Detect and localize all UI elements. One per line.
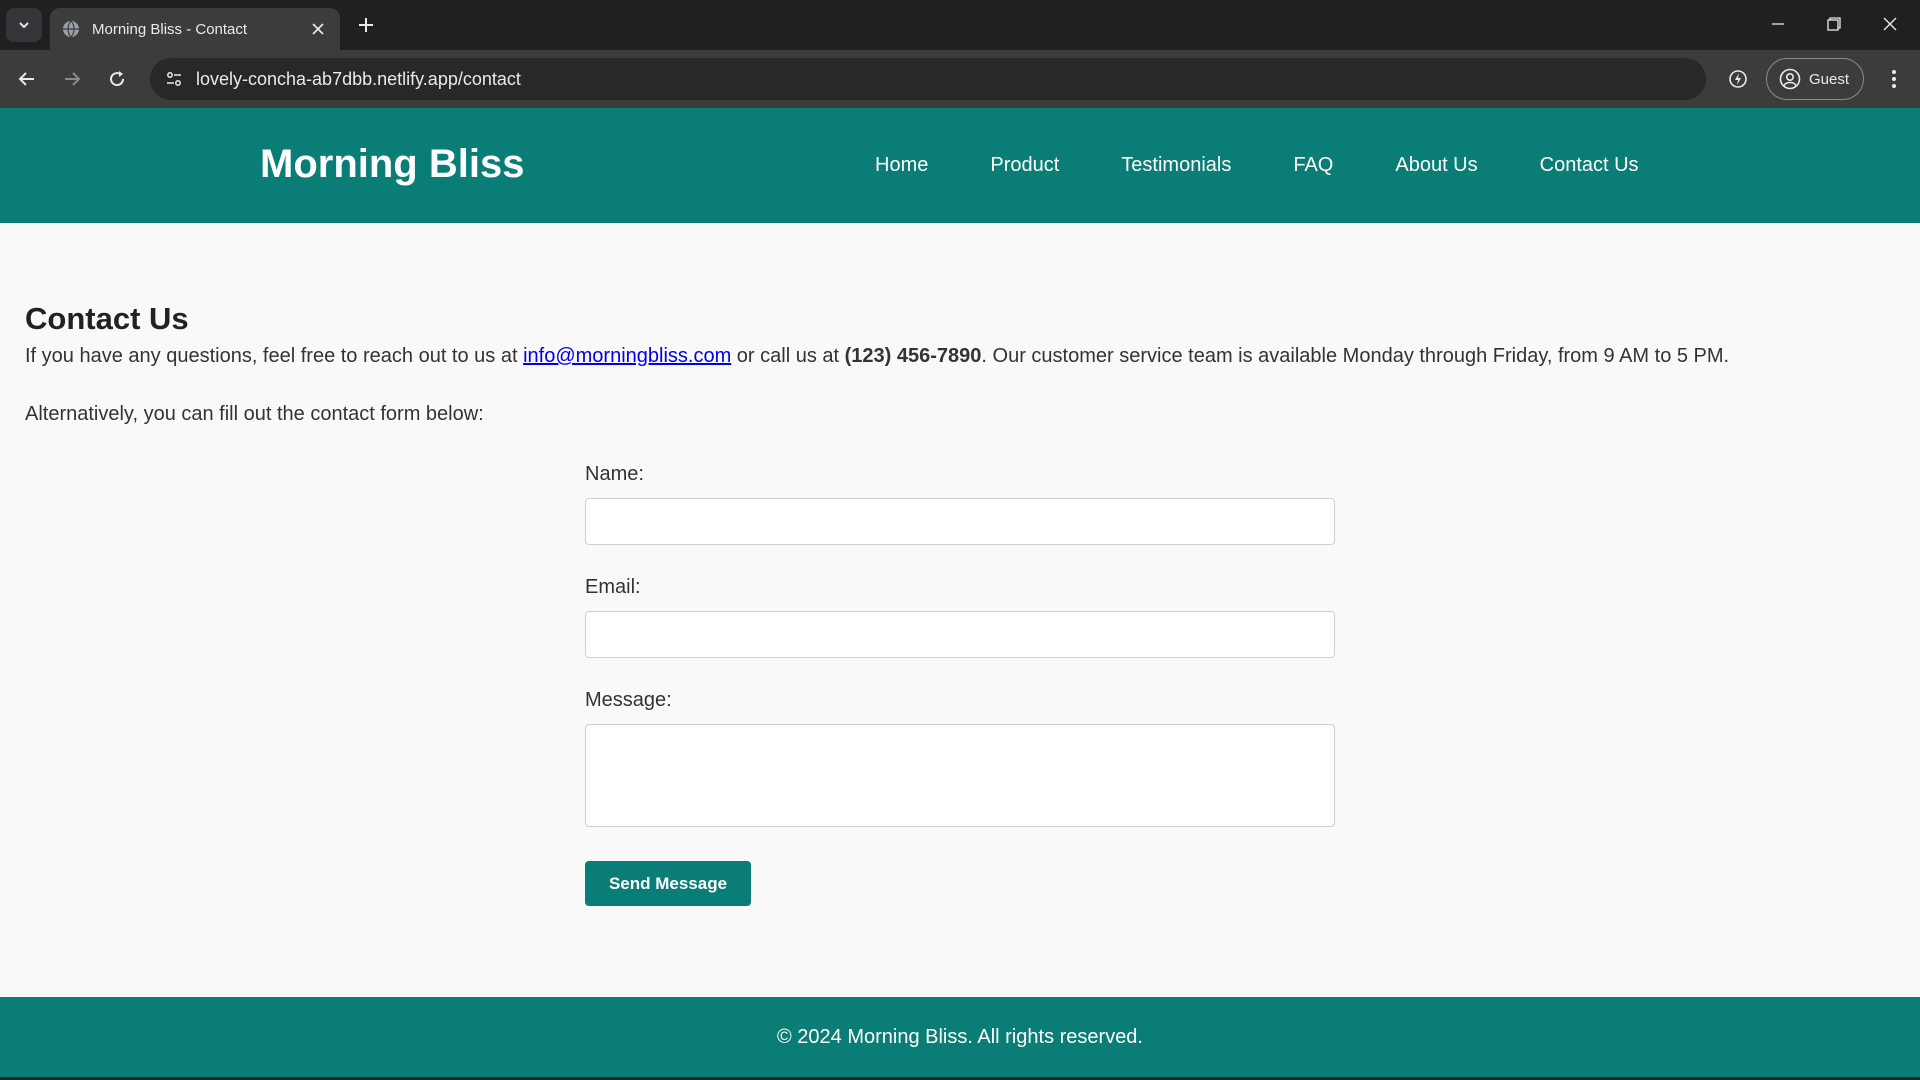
send-message-button[interactable]: Send Message [585, 861, 751, 906]
contact-section: Contact Us If you have any questions, fe… [25, 300, 1895, 427]
message-label: Message: [585, 689, 672, 711]
browser-toolbar: lovely-concha-ab7dbb.netlify.app/contact… [0, 50, 1920, 108]
site-header: Morning Bliss Home Product Testimonials … [0, 108, 1920, 223]
tab-search-icon [19, 22, 29, 29]
plus-icon [359, 18, 373, 32]
forward-arrow-icon [65, 72, 81, 86]
email-label: Email: [585, 576, 641, 598]
email-field[interactable] [585, 611, 1335, 658]
site-info-button[interactable] [158, 63, 190, 95]
tab-search-button[interactable] [6, 8, 42, 42]
page-title: Contact Us [25, 301, 189, 336]
reload-button[interactable] [99, 61, 135, 97]
window-close-icon [1883, 17, 1897, 31]
site-logo[interactable]: Morning Bliss [260, 142, 524, 187]
contact-form: Name: Email: Message: Send Message [585, 462, 1335, 906]
browser-menu-button[interactable] [1876, 61, 1912, 97]
back-button[interactable] [9, 61, 45, 97]
main-nav: Home Product Testimonials FAQ About Us C… [875, 154, 1639, 177]
nav-product[interactable]: Product [990, 154, 1059, 177]
browser-tab-active[interactable]: Morning Bliss - Contact [50, 8, 340, 50]
minimize-button[interactable] [1758, 6, 1798, 42]
message-field[interactable] [585, 724, 1335, 827]
tab-close-button[interactable] [308, 19, 328, 39]
name-label: Name: [585, 463, 644, 485]
profile-name: Guest [1809, 70, 1850, 88]
site-footer: © 2024 Morning Bliss. All rights reserve… [0, 997, 1920, 1077]
profile-icon [1779, 68, 1801, 90]
copyright-text: © 2024 Morning Bliss. All rights reserve… [776, 1025, 1143, 1048]
forward-button[interactable] [54, 61, 90, 97]
email-link[interactable]: info@morningbliss.com [523, 345, 731, 367]
intro-text-end: . Our customer service team is available… [981, 345, 1730, 368]
nav-contact-us[interactable]: Contact Us [1540, 154, 1639, 177]
intro-text-start: If you have any questions, feel free to … [25, 345, 524, 368]
nav-home[interactable]: Home [875, 154, 928, 177]
form-intro: Alternatively, you can fill out the cont… [25, 403, 484, 426]
extensions-button[interactable] [1720, 61, 1756, 97]
back-arrow-icon [18, 72, 34, 86]
phone-number: (123) 456-7890 [844, 345, 982, 368]
restore-button[interactable] [1814, 6, 1854, 42]
minimize-icon [1772, 23, 1784, 25]
nav-faq[interactable]: FAQ [1293, 154, 1333, 177]
restore-icon [1827, 17, 1841, 31]
site-info-icon [167, 72, 181, 86]
intro-text-middle: or call us at [731, 345, 845, 368]
address-bar[interactable]: lovely-concha-ab7dbb.netlify.app/contact [150, 58, 1706, 100]
close-icon [312, 23, 324, 35]
nav-about-us[interactable]: About Us [1395, 154, 1477, 177]
reload-icon [110, 71, 125, 87]
extension-icon [1729, 70, 1747, 88]
kebab-menu-icon [1892, 70, 1896, 88]
nav-testimonials[interactable]: Testimonials [1121, 154, 1231, 177]
contact-intro: If you have any questions, feel free to … [25, 343, 1895, 369]
url-text[interactable]: lovely-concha-ab7dbb.netlify.app/contact [196, 69, 521, 90]
new-tab-button[interactable] [353, 12, 379, 38]
tab-title: Morning Bliss - Contact [92, 20, 248, 38]
window-close-button[interactable] [1870, 6, 1910, 42]
profile-button[interactable]: Guest [1766, 58, 1864, 100]
name-field[interactable] [585, 498, 1335, 545]
globe-icon [63, 20, 79, 38]
browser-tab-bar: Morning Bliss - Contact [0, 0, 1920, 50]
